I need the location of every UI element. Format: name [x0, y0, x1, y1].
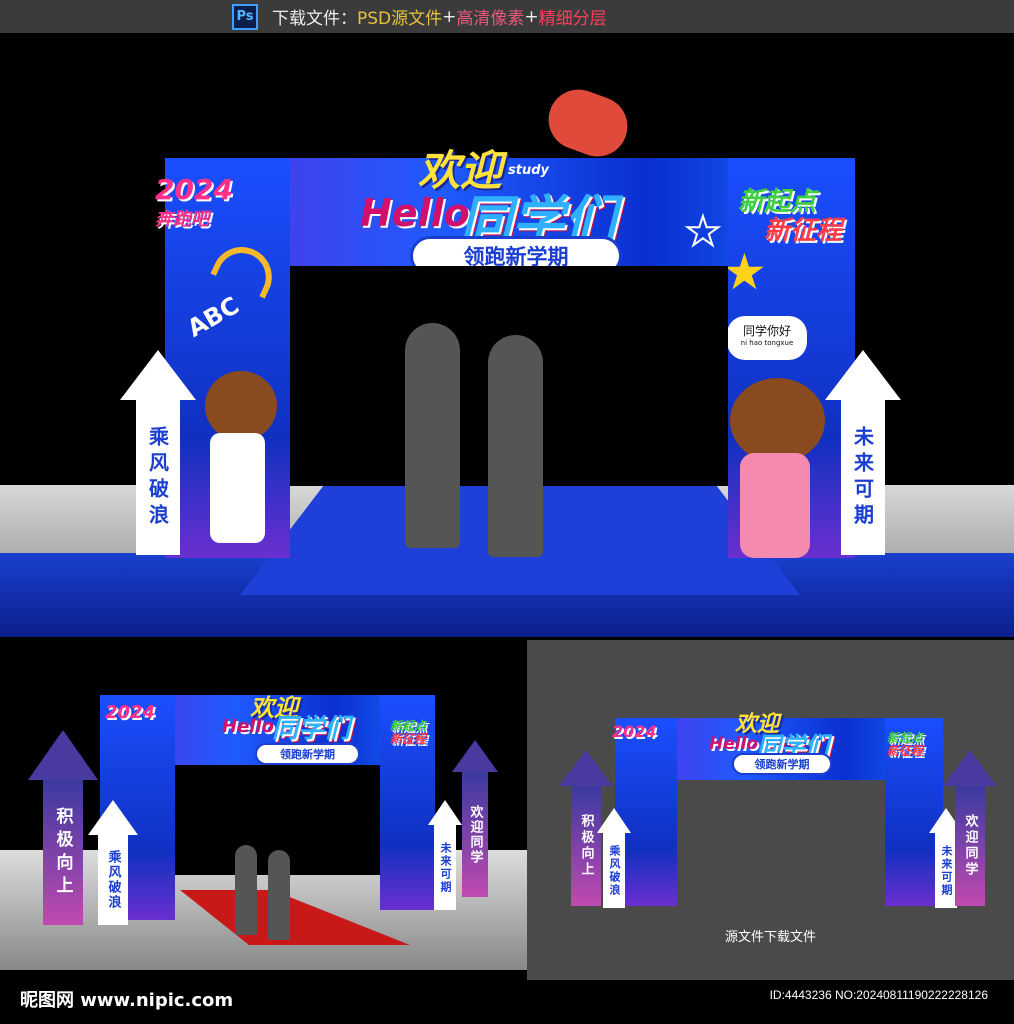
year-text: 2024 [155, 173, 233, 206]
left-arrow-text: 乘风破浪 [98, 835, 128, 925]
year-text: 2024 [612, 722, 657, 741]
new-start-line1: 新起点 [738, 187, 817, 217]
site-logo: 昵图网 www.nipic.com [20, 990, 234, 1011]
photoshop-icon: Ps [232, 3, 258, 30]
subtitle-badge: 领跑新学期 [732, 753, 832, 775]
outer-right-arrow-text: 欢迎同学 [462, 772, 488, 897]
layers-label: 精细分层 [538, 9, 607, 29]
new-start-line1: 新起点 [887, 731, 924, 745]
top-banner: Ps 下载文件： PSD源文件 + 高清像素 + 精细分层 [0, 0, 1014, 33]
left-arrow-sign: 乘风破浪 [88, 800, 138, 925]
outer-left-arrow-text: 积极向上 [43, 780, 83, 925]
psd-label: PSD源文件 [357, 9, 443, 29]
watermark-bar: 昵图网 www.nipic.com ID:4443236 NO:20240811… [0, 980, 1014, 1024]
left-arrow-sign: 乘风破浪 [597, 808, 631, 908]
study-text: study [508, 163, 549, 178]
flying-student-illustration [540, 81, 636, 165]
outer-right-arrow-sign: 欢迎同学 [943, 750, 997, 908]
new-start-line2: 新征程 [764, 215, 843, 246]
arrow-head [559, 750, 613, 786]
hd-label: 高清像素 [456, 9, 525, 29]
right-arrow-sign: 未来可期 [825, 350, 901, 555]
year-text: 2024 [105, 702, 156, 723]
arch-opening [677, 780, 885, 906]
boy-illustration [210, 433, 265, 543]
new-start-line1: 新起点 [390, 719, 427, 733]
right-arrow-text: 未来可期 [841, 400, 885, 555]
girl-head [730, 378, 825, 463]
greeting-bubble: 同学你好 ni hao tongxue [727, 316, 807, 360]
year-sub-text: 奔跑吧 [155, 209, 209, 230]
person-silhouette [488, 335, 543, 557]
classmates-text: 同学们 [272, 714, 351, 744]
new-start-text: 新起点 新征程 [738, 188, 842, 245]
new-start-text: 新起点 新征程 [887, 731, 924, 759]
caption: 源文件下载文件 [724, 930, 816, 945]
new-start-text: 新起点 新征程 [390, 719, 427, 747]
left-arrow-sign: 乘风破浪 [120, 350, 196, 555]
arrow-head [825, 350, 901, 400]
star-icon: ★ [722, 243, 767, 301]
person-silhouette [268, 850, 290, 940]
arrow-head [452, 740, 498, 772]
main-render: 欢迎 Hello study 同学们 领跑新学期 2024 奔跑吧 ABC 新起… [0, 33, 1014, 637]
left-arrow-text: 乘风破浪 [136, 400, 180, 555]
outer-right-arrow-text: 欢迎同学 [955, 786, 985, 906]
arrow-head [28, 730, 98, 780]
hello-text: Hello [709, 734, 759, 754]
boy-head [205, 371, 277, 441]
greeting-text: 同学你好 [742, 324, 791, 338]
hello-text: Hello [360, 191, 470, 235]
perspective-view-panel: 欢迎 同学们 Hello 领跑新学期 2024 新起点 新征程 积极向上 乘风破浪… [0, 640, 527, 980]
arrow-head [943, 750, 997, 786]
plus-sign: + [442, 6, 457, 27]
left-arrow-text: 乘风破浪 [603, 833, 625, 908]
plus-sign: + [524, 6, 539, 27]
girl-illustration [740, 453, 810, 558]
outer-right-arrow-sign: 欢迎同学 [452, 740, 498, 900]
star-outline-icon: ★ [684, 208, 722, 256]
download-label: 下载文件： [272, 9, 357, 29]
front-view-panel: 欢迎 Hello 同学们 领跑新学期 2024 新起点 新征程 积极向上 乘风破浪… [527, 640, 1014, 980]
arrow-head [597, 808, 631, 833]
new-start-line2: 新征程 [390, 732, 427, 747]
arrow-head [88, 800, 138, 835]
arrow-head [120, 350, 196, 400]
greeting-pinyin: ni hao tongxue [740, 339, 794, 347]
person-silhouette [235, 845, 257, 935]
arch: 欢迎 Hello study 同学们 领跑新学期 2024 奔跑吧 ABC 新起… [0, 33, 1014, 637]
image-id: ID:4443236 NO:20240811190222228126 [769, 988, 988, 1002]
subtitle-badge: 领跑新学期 [255, 743, 360, 765]
new-start-line2: 新征程 [887, 744, 924, 759]
person-silhouette [405, 323, 460, 548]
hello-text: Hello [222, 716, 274, 737]
